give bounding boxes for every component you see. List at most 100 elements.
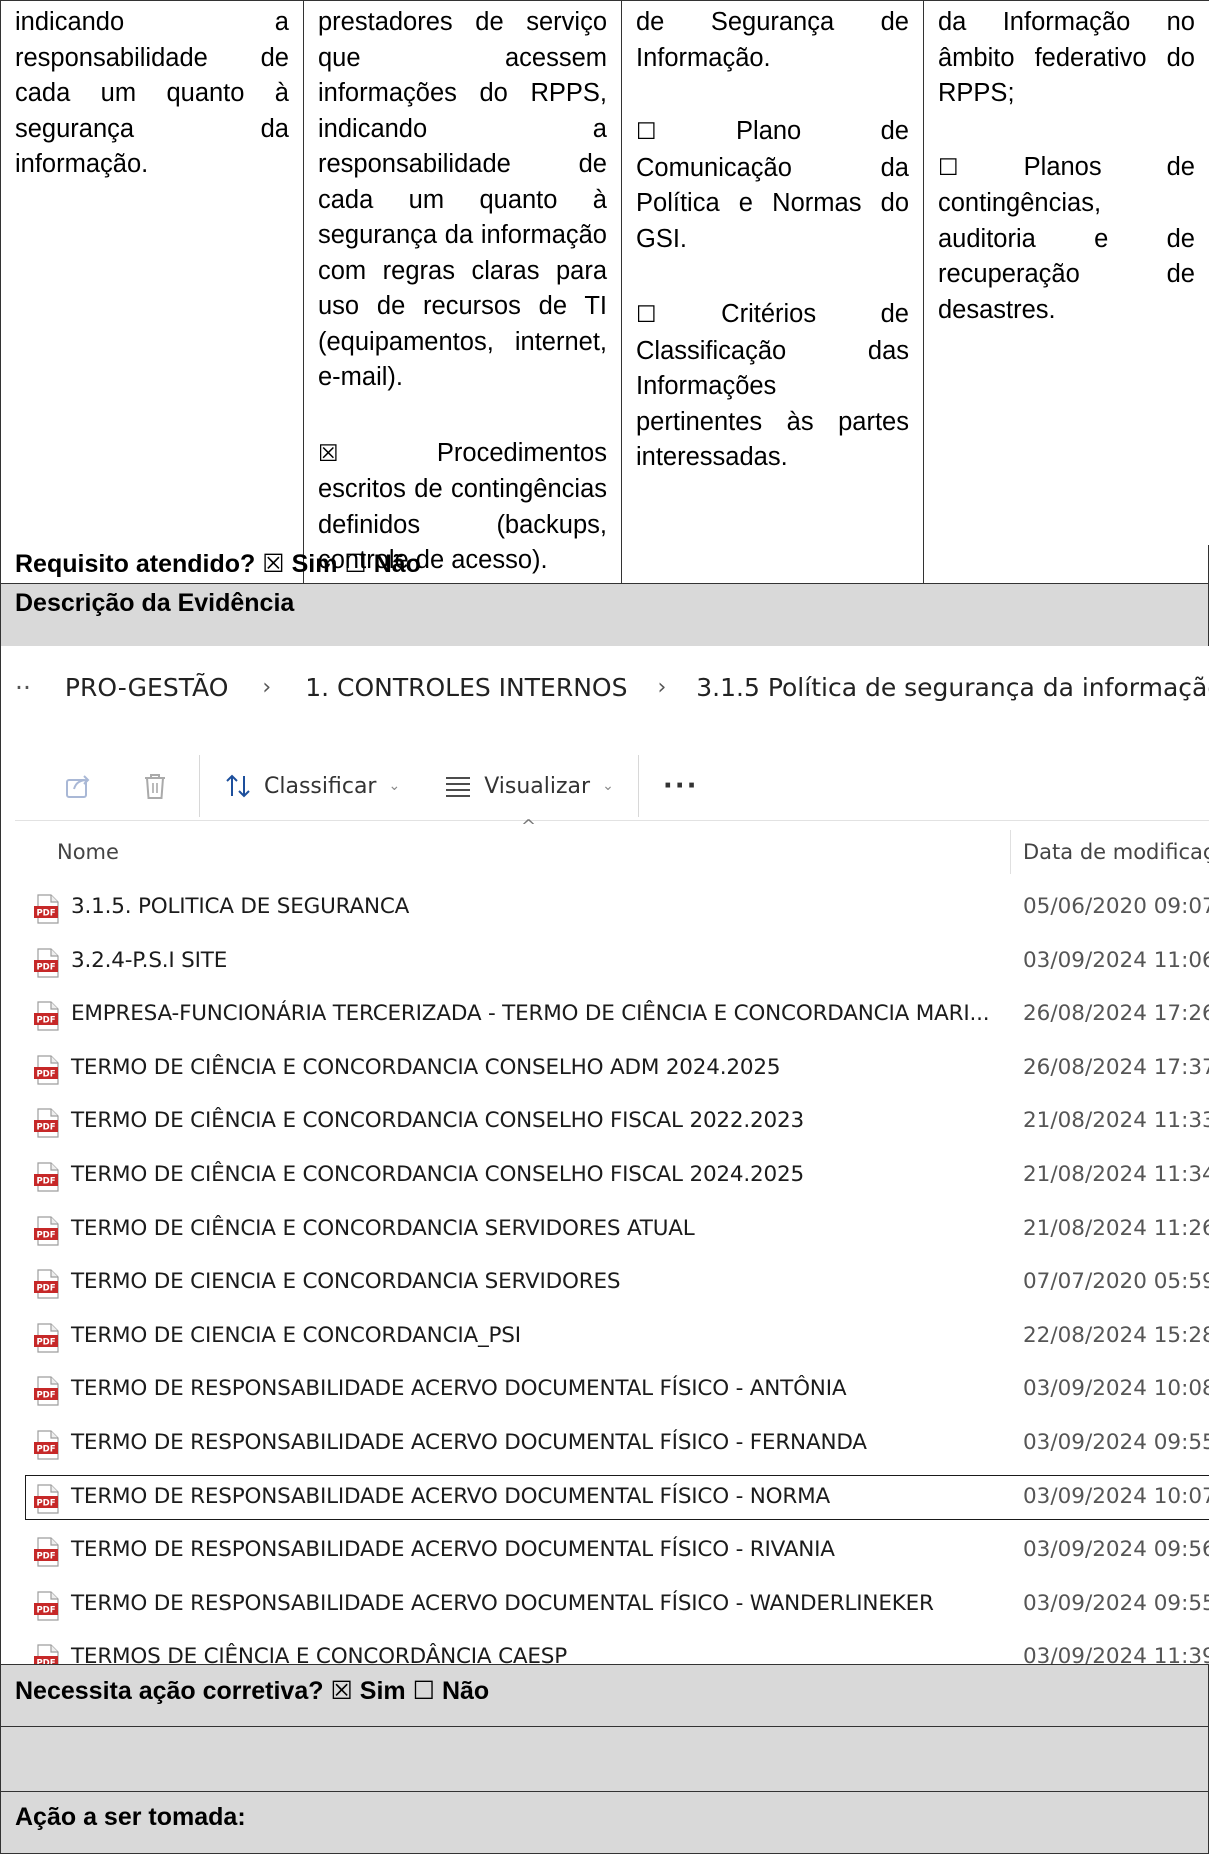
pdf-file-icon: PDF	[34, 1644, 59, 1666]
checkbox-unchecked-icon: ☐	[636, 119, 657, 145]
file-row[interactable]: PDF TERMO DE RESPONSABILIDADE ACERVO DOCU…	[15, 1474, 1209, 1528]
sort-label: Classificar	[264, 773, 377, 799]
file-name: TERMO DE CIENCIA E CONCORDANCIA SERVIDOR…	[71, 1269, 621, 1295]
pdf-icon-label: PDF	[36, 1176, 55, 1186]
file-row[interactable]: PDF TERMO DE CIÊNCIA E CONCORDANCIA CONSE…	[15, 1098, 1209, 1152]
pdf-icon-label: PDF	[36, 1605, 55, 1615]
breadcrumb-overflow[interactable]: ··	[15, 673, 31, 702]
pdf-icon-label: PDF	[36, 1444, 55, 1454]
pdf-icon-label: PDF	[36, 962, 55, 972]
file-row[interactable]: PDF TERMO DE RESPONSABILIDADE ACERVO DOCU…	[15, 1366, 1209, 1420]
file-row[interactable]: PDF TERMO DE CIÊNCIA E CONCORDANCIA CONSE…	[15, 1045, 1209, 1099]
chevron-down-icon: ⌄	[602, 778, 614, 794]
table-cell-col1: indicando a responsabilidade de cada um …	[0, 0, 304, 584]
sort-icon	[226, 774, 250, 798]
table-cell-col4: da Informação no âmbito federativo do RP…	[923, 0, 1209, 584]
chevron-down-icon: ⌄	[388, 778, 401, 794]
chevron-right-icon: ›	[657, 674, 667, 700]
acao-corretiva: Necessita ação corretiva? ☒ Sim ☐ Não	[0, 1664, 1209, 1727]
file-name: TERMO DE RESPONSABILIDADE ACERVO DOCUMEN…	[71, 1590, 934, 1616]
sort-caret-icon: ^	[521, 816, 537, 837]
file-date: 21/08/2024 11:26	[1023, 1215, 1209, 1241]
acao-a-ser-tomada: Ação a ser tomada:	[0, 1791, 1209, 1854]
more-options-button[interactable]: ···	[663, 756, 699, 816]
file-row[interactable]: PDF 3.1.5. POLITICA DE SEGURANCA 05/06/202…	[15, 884, 1209, 938]
file-row[interactable]: PDF TERMO DE RESPONSABILIDADE ACERVO DOCU…	[15, 1527, 1209, 1581]
file-name: TERMO DE RESPONSABILIDADE ACERVO DOCUMEN…	[71, 1483, 830, 1509]
pdf-file-icon: PDF	[34, 894, 59, 924]
table-cell-col3: de Segurança de Informação. ☐ Plano de C…	[621, 0, 924, 584]
file-row[interactable]: PDF 3.2.4-P.S.I SITE 03/09/2024 11:06	[15, 938, 1209, 992]
file-date: 03/09/2024 10:07	[1023, 1483, 1209, 1509]
file-date: 21/08/2024 11:33	[1023, 1108, 1209, 1134]
file-name: 3.1.5. POLITICA DE SEGURANCA	[71, 894, 410, 919]
pdf-file-icon: PDF	[34, 1430, 59, 1460]
file-row[interactable]: PDF TERMO DE CIENCIA E CONCORDANCIA SERVI…	[15, 1259, 1209, 1313]
file-explorer: ·· PRO-GESTÃO › 1. CONTROLES INTERNOS › …	[15, 646, 1209, 1666]
file-list: PDF 3.1.5. POLITICA DE SEGURANCA 05/06/202…	[15, 884, 1209, 1666]
column-header-name[interactable]: Nome	[57, 840, 119, 864]
pdf-icon-label: PDF	[36, 1069, 55, 1079]
file-name: TERMO DE CIÊNCIA E CONCORDANCIA SERVIDOR…	[71, 1215, 695, 1241]
breadcrumb-item-current[interactable]: 3.1.5 Política de segurança da informaçã…	[696, 673, 1209, 702]
chevron-right-icon: ›	[262, 674, 272, 700]
file-date: 21/08/2024 11:34	[1023, 1161, 1209, 1187]
file-row[interactable]: PDF TERMO DE RESPONSABILIDADE ACERVO DOCU…	[15, 1581, 1209, 1635]
file-name: TERMO DE RESPONSABILIDADE ACERVO DOCUMEN…	[71, 1429, 867, 1455]
share-button[interactable]	[63, 756, 93, 816]
file-name: TERMO DE CIENCIA E CONCORDANCIA_PSI	[71, 1322, 521, 1348]
pdf-file-icon: PDF	[34, 1055, 59, 1085]
pdf-icon-label: PDF	[36, 1230, 55, 1240]
file-name: TERMO DE CIÊNCIA E CONCORDANCIA CONSELHO…	[71, 1161, 804, 1187]
breadcrumb: ·· PRO-GESTÃO › 1. CONTROLES INTERNOS › …	[15, 646, 1209, 728]
pdf-icon-label: PDF	[36, 909, 55, 919]
toolbar-separator	[15, 820, 1209, 821]
file-name: TERMO DE RESPONSABILIDADE ACERVO DOCUMEN…	[71, 1537, 835, 1563]
column-divider[interactable]	[1010, 830, 1011, 874]
breadcrumb-item[interactable]: 1. CONTROLES INTERNOS	[305, 673, 627, 702]
cell-text: indicando a responsabilidade de cada um …	[15, 8, 289, 178]
pdf-icon-label: PDF	[36, 1552, 55, 1562]
file-date: 05/06/2020 09:07	[1023, 894, 1209, 919]
file-row[interactable]: PDF TERMO DE RESPONSABILIDADE ACERVO DOCU…	[15, 1420, 1209, 1474]
file-name: TERMO DE CIÊNCIA E CONCORDANCIA CONSELHO…	[71, 1054, 781, 1080]
file-date: 22/08/2024 15:28	[1023, 1322, 1209, 1348]
acao-corretiva-spacer	[0, 1727, 1209, 1791]
cell-text: prestadores de serviço que acessem infor…	[318, 8, 607, 391]
sort-button[interactable]: Classificar ⌄	[224, 756, 400, 816]
file-date: 03/09/2024 11:06	[1023, 947, 1209, 973]
checkbox-unchecked-icon: ☐	[636, 302, 657, 328]
toolbar-divider	[199, 755, 200, 817]
file-name: TERMOS DE CIÊNCIA E CONCORDÂNCIA CAESP	[71, 1644, 567, 1666]
pdf-icon-label: PDF	[36, 1391, 55, 1401]
cell-text: Critérios de Classificação das Informaçõ…	[636, 300, 909, 471]
view-button[interactable]: Visualizar ⌄	[444, 756, 614, 816]
pdf-file-icon: PDF	[34, 1483, 59, 1514]
pdf-file-icon: PDF	[34, 1376, 59, 1406]
column-header-date[interactable]: Data de modificaç	[1023, 840, 1209, 864]
table-cell-col2: prestadores de serviço que acessem infor…	[303, 0, 622, 584]
breadcrumb-item[interactable]: PRO-GESTÃO	[65, 673, 228, 702]
share-icon	[66, 775, 90, 798]
checkbox-unchecked-icon: ☐	[938, 154, 959, 181]
file-row[interactable]: PDF TERMO DE CIÊNCIA E CONCORDANCIA SERVI…	[15, 1206, 1209, 1260]
delete-button[interactable]	[141, 756, 169, 816]
pdf-file-icon: PDF	[34, 1001, 59, 1031]
file-date: 07/07/2020 05:59	[1023, 1269, 1209, 1295]
file-name: TERMO DE CIÊNCIA E CONCORDANCIA CONSELHO…	[71, 1108, 804, 1134]
file-row[interactable]: PDF TERMO DE CIÊNCIA E CONCORDANCIA CONSE…	[15, 1152, 1209, 1206]
file-date: 03/09/2024 09:56	[1023, 1537, 1209, 1563]
file-date: 03/09/2024 11:39	[1023, 1644, 1209, 1666]
file-row[interactable]: PDF TERMOS DE CIÊNCIA E CONCORDÂNCIA CAES…	[15, 1634, 1209, 1666]
file-name: TERMO DE RESPONSABILIDADE ACERVO DOCUMEN…	[71, 1376, 847, 1402]
column-header-row: ^ Nome Data de modificaç	[15, 816, 1209, 882]
toolbar-divider	[637, 755, 639, 817]
file-name: EMPRESA-FUNCIONÁRIA TERCERIZADA - TERMO …	[71, 1001, 990, 1027]
cell-text: da Informação no âmbito federativo do RP…	[938, 8, 1195, 107]
file-row[interactable]: PDF TERMO DE CIENCIA E CONCORDANCIA_PSI 22…	[15, 1313, 1209, 1367]
cell-text: Plano de Comunicação da Política e Norma…	[636, 117, 909, 253]
evidence-panel: ·· PRO-GESTÃO › 1. CONTROLES INTERNOS › …	[0, 646, 1209, 1666]
file-row[interactable]: PDF EMPRESA-FUNCIONÁRIA TERCERIZADA - TER…	[15, 991, 1209, 1045]
file-date: 03/09/2024 09:55	[1023, 1590, 1209, 1616]
command-bar: Classificar ⌄ Visualizar ⌄ ···	[15, 744, 1209, 828]
